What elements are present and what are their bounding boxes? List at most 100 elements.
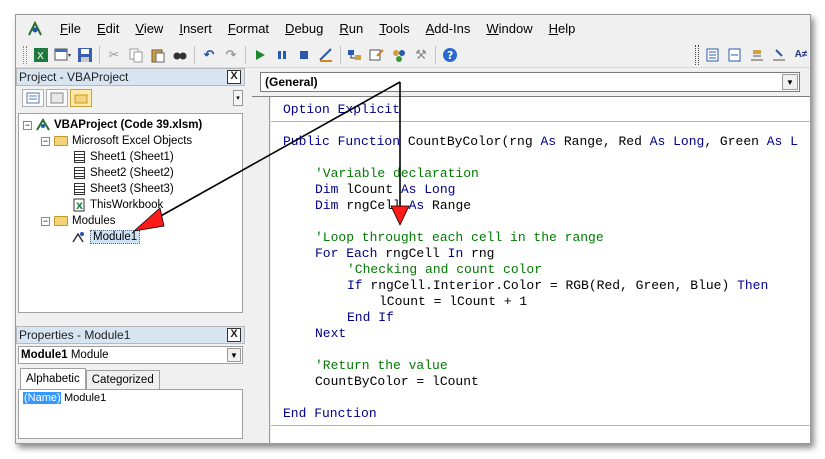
menu-tools[interactable]: Tools bbox=[371, 15, 417, 42]
code-text: Range, Red bbox=[556, 134, 650, 149]
list-properties-icon[interactable] bbox=[702, 44, 724, 66]
project-pane-scroll-icon[interactable]: ▾ bbox=[233, 90, 243, 106]
vba-editor-window: File Edit View Insert Format Debug Run T… bbox=[15, 14, 811, 444]
property-value[interactable]: Module1 bbox=[61, 392, 106, 404]
chevron-down-icon[interactable]: ▼ bbox=[227, 348, 241, 362]
code-keyword: Option Explicit bbox=[283, 102, 401, 117]
menu-insert[interactable]: Insert bbox=[171, 15, 220, 42]
menu-view[interactable]: View bbox=[127, 15, 171, 42]
paste-icon[interactable] bbox=[147, 44, 169, 66]
object-combo[interactable]: (General) ▼ bbox=[260, 72, 800, 92]
workbook-icon: X bbox=[71, 198, 87, 212]
excel-view-icon[interactable]: X bbox=[30, 44, 52, 66]
code-keyword: Public Function bbox=[283, 134, 401, 149]
code-text: rngCell.Interior.Color = RGB(Red, Green,… bbox=[362, 278, 738, 293]
cut-icon[interactable]: ✂ bbox=[103, 44, 125, 66]
chevron-down-icon[interactable]: ▼ bbox=[782, 74, 798, 90]
properties-pane: Properties - Module1 X Module1 Module ▼ … bbox=[16, 326, 245, 443]
quick-info-icon[interactable] bbox=[746, 44, 768, 66]
menu-run[interactable]: Run bbox=[331, 15, 371, 42]
tree-node-sheet2[interactable]: Sheet2 (Sheet2) bbox=[71, 165, 174, 181]
view-code-icon[interactable] bbox=[22, 89, 44, 107]
properties-tabs: Alphabetic Categorized bbox=[16, 367, 245, 389]
code-keyword: Then bbox=[737, 278, 769, 293]
object-combo-value: (General) bbox=[265, 75, 318, 89]
menu-edit[interactable]: Edit bbox=[89, 15, 127, 42]
code-comment: 'Checking and count color bbox=[347, 262, 543, 277]
insert-userform-icon[interactable] bbox=[52, 44, 74, 66]
vba-app-icon[interactable] bbox=[22, 18, 48, 40]
toolbar-separator bbox=[340, 45, 341, 64]
tree-node-sheet3[interactable]: Sheet3 (Sheet3) bbox=[71, 181, 174, 197]
code-text-area[interactable]: Option Explicit Public Function CountByC… bbox=[271, 97, 810, 443]
properties-window-icon[interactable] bbox=[366, 44, 388, 66]
object-browser-icon[interactable] bbox=[388, 44, 410, 66]
sheet3-label: Sheet3 (Sheet3) bbox=[90, 183, 174, 195]
toggle-folders-icon[interactable] bbox=[70, 89, 92, 107]
code-gutter[interactable] bbox=[252, 97, 270, 443]
module1-label: Module1 bbox=[90, 230, 141, 244]
view-object-icon[interactable] bbox=[46, 89, 68, 107]
menu-format[interactable]: Format bbox=[220, 15, 277, 42]
project-pane-toolbar: ▾ bbox=[16, 86, 245, 110]
tree-node-excel-objects[interactable]: − Microsoft Excel Objects bbox=[41, 133, 192, 149]
toolbox-icon[interactable]: ⚒ bbox=[410, 44, 432, 66]
complete-word-icon[interactable]: A≠ bbox=[790, 44, 810, 66]
menu-window[interactable]: Window bbox=[478, 15, 540, 42]
code-keyword: As Long bbox=[649, 134, 705, 149]
modules-label: Modules bbox=[72, 215, 116, 227]
help-icon[interactable]: ? bbox=[439, 44, 461, 66]
find-icon[interactable] bbox=[169, 44, 191, 66]
undo-icon[interactable]: ↶ bbox=[198, 44, 220, 66]
menu-help[interactable]: Help bbox=[541, 15, 584, 42]
code-keyword: As L bbox=[766, 134, 798, 149]
copy-icon[interactable] bbox=[125, 44, 147, 66]
property-row-name[interactable]: (Name) Module1 bbox=[23, 392, 106, 404]
project-pane-close-button[interactable]: X bbox=[227, 70, 241, 84]
properties-object-select[interactable]: Module1 Module ▼ bbox=[18, 346, 243, 364]
collapse-icon[interactable]: − bbox=[41, 136, 50, 146]
break-icon[interactable] bbox=[271, 44, 293, 66]
redo-icon[interactable]: ↷ bbox=[220, 44, 242, 66]
run-icon[interactable] bbox=[249, 44, 271, 66]
folder-icon bbox=[53, 214, 69, 228]
properties-grid: (Name) Module1 bbox=[18, 389, 243, 439]
project-pane-title-text: Project - VBAProject bbox=[19, 70, 129, 84]
reset-icon[interactable] bbox=[293, 44, 315, 66]
list-constants-icon[interactable] bbox=[724, 44, 746, 66]
edit-toolbar-grip[interactable] bbox=[695, 44, 699, 65]
collapse-icon[interactable]: − bbox=[41, 216, 50, 226]
code-line: CountByColor = lCount bbox=[315, 374, 479, 389]
project-explorer-icon[interactable] bbox=[344, 44, 366, 66]
code-line: Dim rngCell As Range bbox=[315, 198, 471, 214]
properties-pane-close-button[interactable]: X bbox=[227, 328, 241, 342]
tree-node-sheet1[interactable]: Sheet1 (Sheet1) bbox=[71, 149, 174, 165]
menu-add-ins[interactable]: Add-Ins bbox=[418, 15, 479, 42]
menu-debug[interactable]: Debug bbox=[277, 15, 331, 42]
save-icon[interactable] bbox=[74, 44, 96, 66]
code-keyword: As bbox=[408, 198, 425, 213]
properties-pane-title: Properties - Module1 X bbox=[16, 326, 245, 344]
parameter-info-icon[interactable] bbox=[768, 44, 790, 66]
tree-node-module1[interactable]: Module1 bbox=[71, 229, 141, 245]
code-text: CountByColor(rng bbox=[400, 134, 541, 149]
tree-node-modules[interactable]: − Modules bbox=[41, 213, 115, 229]
code-text: rngCell bbox=[377, 246, 448, 261]
code-line: lCount = lCount + 1 bbox=[379, 294, 528, 309]
menu-file[interactable]: File bbox=[52, 15, 89, 42]
code-keyword: As Long bbox=[400, 182, 456, 197]
procedure-divider bbox=[271, 425, 810, 426]
toolbar-grip[interactable] bbox=[23, 45, 27, 64]
folder-icon bbox=[53, 134, 69, 148]
tab-alphabetic[interactable]: Alphabetic bbox=[20, 368, 86, 389]
worksheet-icon bbox=[71, 182, 87, 196]
code-keyword: End Function bbox=[283, 406, 377, 421]
code-line: Option Explicit bbox=[283, 102, 400, 118]
tab-categorized[interactable]: Categorized bbox=[85, 370, 160, 389]
svg-text:X: X bbox=[37, 51, 44, 62]
design-mode-icon[interactable] bbox=[315, 44, 337, 66]
collapse-icon[interactable]: − bbox=[23, 120, 32, 130]
code-keyword: For Each bbox=[315, 246, 378, 261]
tree-node-project[interactable]: − VBAProject (Code 39.xlsm) bbox=[23, 117, 202, 133]
tree-node-thisworkbook[interactable]: X ThisWorkbook bbox=[71, 197, 163, 213]
